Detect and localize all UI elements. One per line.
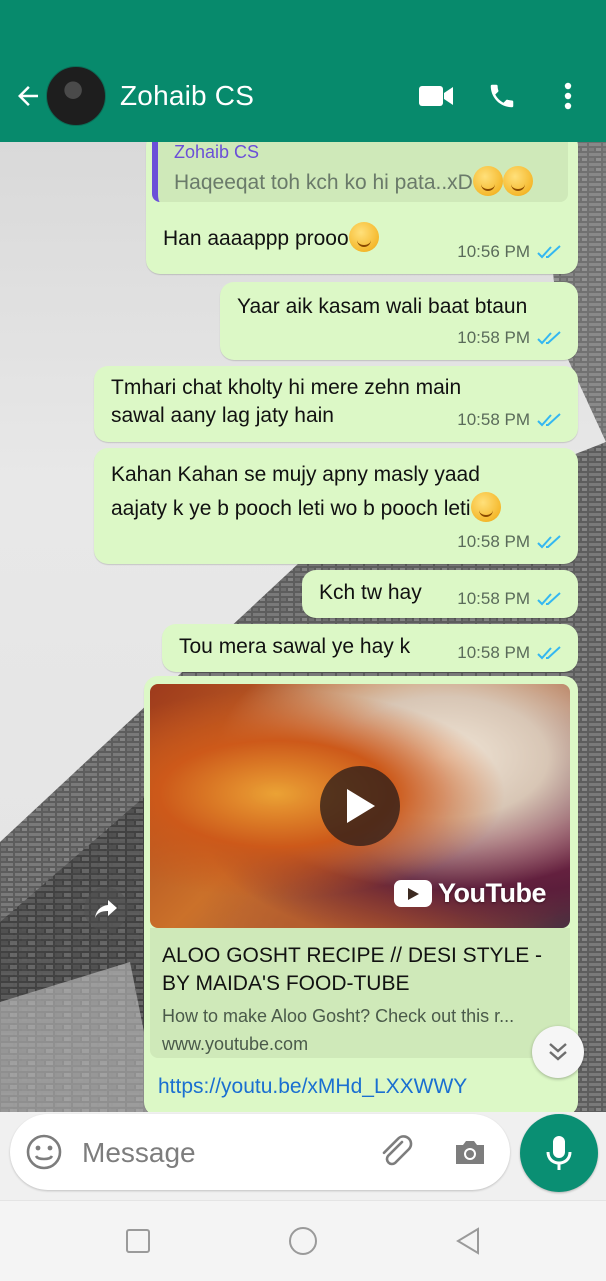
contact-name[interactable]: Zohaib CS	[120, 80, 416, 112]
home-icon[interactable]	[285, 1223, 321, 1259]
quote-text: Haqeeqat toh kch ko hi pata..xD	[174, 171, 473, 194]
phone-icon[interactable]	[482, 76, 522, 116]
video-call-icon[interactable]	[416, 76, 456, 116]
message-text: Yaar aik kasam wali baat btaun	[237, 295, 528, 318]
mic-icon	[546, 1136, 572, 1170]
message-text-line: Tmhari chat kholty hi mere zehn main	[111, 376, 462, 399]
message-bubble[interactable]: Zohaib CS Haqeeqat toh kch ko hi pata..x…	[146, 142, 578, 274]
system-nav-bar	[0, 1200, 606, 1281]
laughing-emoji-icon	[502, 166, 533, 196]
chat-area[interactable]: Zohaib CS Haqeeqat toh kch ko hi pata..x…	[0, 142, 606, 1112]
scroll-down-button[interactable]	[532, 1026, 584, 1078]
youtube-wordmark: YouTube	[438, 878, 546, 908]
double-chevron-down-icon	[549, 1043, 567, 1061]
read-ticks-icon	[537, 412, 561, 426]
message-text: Han aaaappp prooo	[163, 227, 349, 250]
mic-button[interactable]	[520, 1114, 598, 1192]
message-bubble[interactable]: Tou mera sawal ye hay k 10:58 PM	[162, 624, 578, 672]
message-input[interactable]	[80, 1134, 364, 1172]
read-ticks-icon	[537, 591, 561, 605]
laughing-emoji-icon	[472, 166, 503, 196]
read-ticks-icon	[537, 534, 561, 548]
message-time: 10:56 PM	[457, 242, 530, 261]
message-time: 10:58 PM	[457, 532, 530, 551]
message-bubble[interactable]: Tmhari chat kholty hi mere zehn main saw…	[94, 366, 578, 442]
read-ticks-icon	[537, 645, 561, 659]
message-bubble[interactable]: Kahan Kahan se mujy apny masly yaad aaja…	[94, 448, 578, 564]
video-thumbnail[interactable]: YouTube	[150, 684, 570, 928]
message-text-line: aajaty k ye b pooch leti wo b pooch leti	[111, 497, 471, 520]
play-icon[interactable]	[320, 766, 400, 846]
message-text: Tou mera sawal ye hay k	[179, 635, 411, 658]
more-options-icon[interactable]	[548, 76, 588, 116]
back-nav-icon[interactable]	[450, 1223, 486, 1259]
attach-icon[interactable]	[376, 1132, 416, 1172]
status-bar	[0, 0, 606, 50]
message-composer	[10, 1114, 510, 1190]
camera-icon[interactable]	[450, 1132, 490, 1172]
relieved-emoji-icon	[348, 222, 379, 252]
message-time: 10:58 PM	[457, 643, 530, 662]
message-time: 10:58 PM	[457, 328, 530, 347]
read-ticks-icon	[537, 330, 561, 344]
forward-icon[interactable]	[84, 887, 128, 931]
message-text-line: Kahan Kahan se mujy apny masly yaad	[111, 463, 480, 486]
preview-title: ALOO GOSHT RECIPE // DESI STYLE - BY MAI…	[162, 944, 543, 995]
youtube-logo-icon	[394, 880, 433, 907]
link-preview[interactable]: ALOO GOSHT RECIPE // DESI STYLE - BY MAI…	[150, 928, 570, 1058]
message-text: Kch tw hay	[319, 581, 422, 604]
message-link[interactable]: https://youtu.be/xMHd_LXXWWY	[158, 1072, 467, 1101]
recent-apps-icon[interactable]	[120, 1223, 156, 1259]
preview-description: How to make Aloo Gosht? Check out this r…	[162, 1006, 515, 1026]
back-arrow-icon[interactable]	[10, 78, 46, 114]
message-bubble[interactable]: Yaar aik kasam wali baat btaun 10:58 PM	[220, 282, 578, 360]
message-time: 10:58 PM	[457, 410, 530, 429]
read-ticks-icon	[537, 244, 561, 258]
laughing-emoji-icon	[470, 492, 501, 522]
emoji-icon[interactable]	[24, 1132, 64, 1172]
message-time: 10:58 PM	[457, 589, 530, 608]
chat-header: Zohaib CS	[0, 50, 606, 142]
message-bubble[interactable]: Kch tw hay 10:58 PM	[302, 570, 578, 618]
avatar[interactable]	[46, 66, 106, 126]
quote-author: Zohaib CS	[174, 142, 260, 162]
preview-domain: www.youtube.com	[162, 1034, 309, 1054]
link-message-bubble[interactable]: YouTube ALOO GOSHT RECIPE // DESI STYLE …	[144, 676, 578, 1112]
quoted-message[interactable]: Zohaib CS Haqeeqat toh kch ko hi pata..x…	[152, 142, 568, 202]
